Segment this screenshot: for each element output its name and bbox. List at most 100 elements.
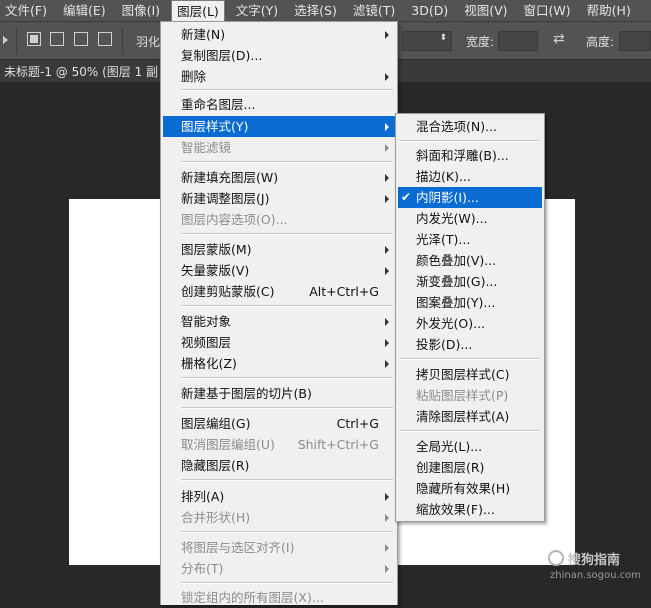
style-select[interactable]: ⬍ [402, 31, 452, 51]
menu-item-gradient-overlay[interactable]: 渐变叠加(G)... [398, 271, 542, 292]
menu-type[interactable]: 文字(Y) [231, 0, 283, 22]
submenu-arrow-icon [385, 123, 389, 131]
menu-item-outer-glow[interactable]: 外发光(O)... [398, 313, 542, 334]
menu-item-layer-mask[interactable]: 图层蒙版(M) [163, 239, 395, 260]
menu-item-blending-options[interactable]: 混合选项(N)... [398, 116, 542, 137]
menu-item-color-overlay[interactable]: 颜色叠加(V)... [398, 250, 542, 271]
menu-item-align-layers-to-selection[interactable]: 将图层与选区对齐(I) [163, 537, 395, 558]
menu-item-distribute[interactable]: 分布(T) [163, 558, 395, 579]
swap-icon[interactable]: ⇄ [553, 31, 565, 47]
submenu-arrow-icon [385, 246, 389, 254]
menu-separator [181, 479, 393, 481]
divider [122, 28, 123, 54]
menu-item-rasterize[interactable]: 栅格化(Z) [163, 353, 395, 374]
layer-style-submenu: 混合选项(N)... 斜面和浮雕(B)... 描边(K)... ✔ 内阴影(I).… [395, 113, 545, 522]
menu-item-bevel-emboss[interactable]: 斜面和浮雕(B)... [398, 145, 542, 166]
menu-item-create-layers[interactable]: 创建图层(R) [398, 457, 542, 478]
submenu-arrow-icon [385, 565, 389, 573]
menu-item-copy-layer-style[interactable]: 拷贝图层样式(C) [398, 364, 542, 385]
submenu-arrow-icon [385, 174, 389, 182]
submenu-arrow-icon [385, 339, 389, 347]
height-input[interactable] [619, 31, 651, 51]
menu-item-new-layer-based-slice[interactable]: 新建基于图层的切片(B) [163, 383, 395, 404]
menu-item-rename-layer[interactable]: 重命名图层... [163, 94, 395, 115]
document-tab-title[interactable]: 未标题-1 @ 50% (图层 1 副 [4, 63, 158, 80]
submenu-arrow-icon [385, 267, 389, 275]
tool-preset-arrow-icon[interactable] [3, 36, 8, 44]
add-to-selection-icon[interactable] [50, 32, 64, 46]
submenu-arrow-icon [385, 144, 389, 152]
menu-item-paste-layer-style[interactable]: 粘贴图层样式(P) [398, 385, 542, 406]
feather-label: 羽化 [136, 35, 161, 49]
intersect-selection-icon[interactable] [98, 32, 112, 46]
menu-separator [181, 407, 393, 409]
menu-item-duplicate-layer[interactable]: 复制图层(D)... [163, 45, 395, 66]
menu-image[interactable]: 图像(I) [117, 0, 165, 22]
submenu-arrow-icon [385, 360, 389, 368]
menu-item-global-light[interactable]: 全局光(L)... [398, 436, 542, 457]
watermark-name: 搜狗指南 [568, 553, 621, 568]
menu-item-smart-filter[interactable]: 智能滤镜 [163, 137, 395, 158]
menu-item-inner-glow[interactable]: 内发光(W)... [398, 208, 542, 229]
menu-item-new[interactable]: 新建(N) [163, 24, 395, 45]
menu-edit[interactable]: 编辑(E) [58, 0, 111, 22]
menu-item-hide-all-effects[interactable]: 隐藏所有效果(H) [398, 478, 542, 499]
menu-item-new-fill-layer[interactable]: 新建填充图层(W) [163, 167, 395, 188]
menu-item-pattern-overlay[interactable]: 图案叠加(Y)... [398, 292, 542, 313]
submenu-arrow-icon [385, 493, 389, 501]
menu-item-vector-mask[interactable]: 矢量蒙版(V) [163, 260, 395, 281]
menu-item-satin[interactable]: 光泽(T)... [398, 229, 542, 250]
menu-item-combine-shapes[interactable]: 合并形状(H) [163, 507, 395, 528]
checkmark-icon: ✔ [401, 190, 412, 204]
menu-filter[interactable]: 滤镜(T) [348, 0, 400, 22]
menu-item-stroke[interactable]: 描边(K)... [398, 166, 542, 187]
menu-separator [181, 233, 393, 235]
menu-3d[interactable]: 3D(D) [406, 0, 453, 22]
menu-item-layer-style[interactable]: 图层样式(Y) [163, 116, 395, 137]
menu-view[interactable]: 视图(V) [459, 0, 512, 22]
menu-item-scale-effects[interactable]: 缩放效果(F)... [398, 499, 542, 520]
menu-item-hide-layers[interactable]: 隐藏图层(R) [163, 455, 395, 476]
menu-item-smart-object[interactable]: 智能对象 [163, 311, 395, 332]
watermark: 搜狗指南 zhinan.sogou.com [548, 548, 648, 588]
sogou-logo-icon [548, 550, 564, 566]
menu-item-drop-shadow[interactable]: 投影(D)... [398, 334, 542, 355]
watermark-url: zhinan.sogou.com [550, 570, 642, 581]
menu-item-arrange[interactable]: 排列(A) [163, 486, 395, 507]
menu-item-layer-content-options[interactable]: 图层内容选项(O)... [163, 209, 395, 230]
menu-separator [400, 358, 540, 360]
submenu-arrow-icon [385, 195, 389, 203]
menu-file[interactable]: 文件(F) [0, 0, 52, 22]
new-selection-icon[interactable] [27, 32, 41, 46]
menu-select[interactable]: 选择(S) [289, 0, 342, 22]
menu-bar: 文件(F) 编辑(E) 图像(I) 图层(L) 文字(Y) 选择(S) 滤镜(T… [0, 0, 651, 22]
menu-item-ungroup-layers[interactable]: 取消图层编组(U) Shift+Ctrl+G [163, 434, 395, 455]
shortcut-label: Alt+Ctrl+G [309, 284, 379, 299]
menu-item-new-adjustment-layer[interactable]: 新建调整图层(J) [163, 188, 395, 209]
menu-window[interactable]: 窗口(W) [519, 0, 576, 22]
shortcut-label: Ctrl+G [336, 416, 379, 431]
submenu-arrow-icon [385, 514, 389, 522]
menu-item-inner-shadow[interactable]: ✔ 内阴影(I)... [398, 187, 542, 208]
menu-item-delete[interactable]: 删除 [163, 66, 395, 87]
menu-layer[interactable]: 图层(L) [171, 0, 225, 22]
submenu-arrow-icon [385, 31, 389, 39]
shortcut-label: Shift+Ctrl+G [297, 437, 379, 452]
menu-help[interactable]: 帮助(H) [582, 0, 636, 22]
submenu-arrow-icon [385, 73, 389, 81]
layer-menu-dropdown: 新建(N) 复制图层(D)... 删除 重命名图层... 图层样式(Y) 智能滤… [160, 21, 398, 605]
width-input[interactable] [498, 31, 538, 51]
submenu-arrow-icon [385, 318, 389, 326]
menu-separator [400, 140, 540, 142]
menu-item-group-layers[interactable]: 图层编组(G) Ctrl+G [163, 413, 395, 434]
menu-item-video-layers[interactable]: 视频图层 [163, 332, 395, 353]
subtract-from-selection-icon[interactable] [74, 32, 88, 46]
menu-separator [400, 430, 540, 432]
menu-item-clear-layer-style[interactable]: 清除图层样式(A) [398, 406, 542, 427]
menu-separator [181, 582, 393, 584]
width-label: 宽度: [466, 35, 495, 49]
submenu-arrow-icon [385, 544, 389, 552]
menu-item-create-clipping-mask[interactable]: 创建剪贴蒙版(C) Alt+Ctrl+G [163, 281, 395, 302]
divider [16, 28, 17, 54]
menu-separator [181, 531, 393, 533]
